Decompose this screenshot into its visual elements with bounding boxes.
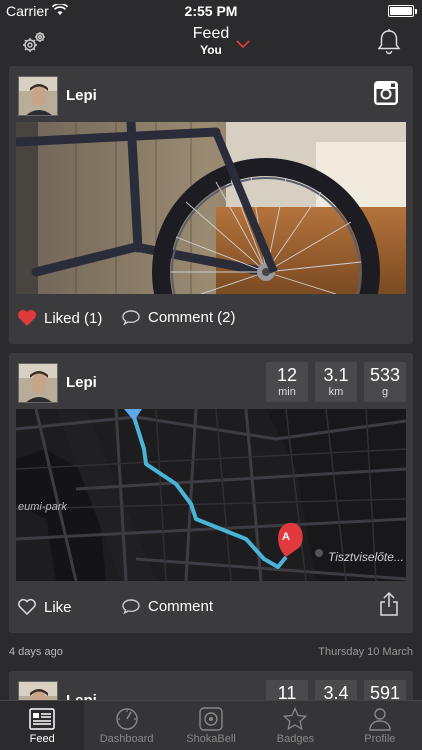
post-actions: Liked (1) Comment (2)	[9, 298, 413, 342]
tab-label: ShokaBell	[186, 733, 236, 745]
post-photo[interactable]	[16, 122, 406, 294]
weight-stat: 533 g	[364, 362, 406, 402]
tab-badges[interactable]: Badges	[253, 701, 337, 750]
tab-shokabell[interactable]: ShokaBell	[169, 701, 253, 750]
heart-filled-icon	[18, 310, 36, 326]
route-map[interactable]: A eumi-park Tisztviselőte...	[16, 409, 406, 581]
dashboard-icon	[115, 708, 138, 730]
comment-icon	[122, 310, 140, 326]
avatar[interactable]	[18, 76, 58, 116]
stat-unit: min	[278, 386, 296, 398]
ride-stats: 12 min 3.1 km 533 g	[266, 362, 406, 402]
tab-bar: Feed Dashboard ShokaBell Badges Profile	[0, 700, 422, 750]
star-icon	[283, 707, 308, 731]
comment-icon	[122, 599, 140, 615]
shokabell-icon	[199, 707, 223, 731]
tab-feed[interactable]: Feed	[0, 701, 85, 750]
like-button[interactable]: Like	[17, 598, 72, 616]
tab-label: Badges	[276, 733, 315, 745]
tab-label: Feed	[29, 733, 55, 745]
app-screen: Carrier 2:55 PM Feed You Lepi Liked (1) …	[0, 0, 422, 750]
username[interactable]: Lepi	[66, 87, 97, 104]
distance-stat: 3.1 km	[315, 362, 357, 402]
map-label: eumi-park	[18, 501, 67, 513]
heart-outline-icon	[18, 598, 36, 616]
stat-value: 12	[276, 365, 298, 385]
tab-profile[interactable]: Profile	[338, 701, 422, 750]
stat-unit: km	[328, 386, 344, 398]
feed-card: Lepi 12 min 3.1 km 533 g A eumi-park Tis…	[9, 353, 413, 633]
chevron-down-icon[interactable]	[236, 36, 250, 54]
feed-selector[interactable]: Feed You	[0, 25, 422, 57]
page-title: Feed	[192, 25, 230, 42]
navigation-bar: Feed You	[0, 22, 422, 64]
relative-date: 4 days ago	[9, 646, 63, 658]
stat-unit: g	[381, 386, 389, 398]
comment-label: Comment (2)	[148, 309, 236, 326]
username[interactable]: Lepi	[66, 374, 97, 391]
bell-icon[interactable]	[376, 28, 402, 61]
avatar[interactable]	[18, 363, 58, 403]
feed-icon	[29, 708, 55, 730]
full-date: Thursday 10 March	[318, 646, 413, 658]
map-marker-label: A	[282, 531, 290, 543]
share-icon[interactable]	[379, 591, 399, 621]
map-label: Tisztviselőte...	[328, 550, 404, 564]
feed-card: Lepi Liked (1) Comment (2)	[9, 66, 413, 344]
status-bar: Carrier 2:55 PM	[0, 0, 422, 22]
comment-button[interactable]: Comment (2)	[121, 309, 236, 326]
tab-dashboard[interactable]: Dashboard	[84, 701, 168, 750]
like-label: Like	[44, 598, 72, 616]
profile-icon	[369, 708, 391, 731]
stat-value: 3.1	[323, 365, 349, 385]
like-button[interactable]: Liked (1)	[17, 309, 102, 327]
post-actions: Like Comment	[9, 587, 413, 631]
card-header: Lepi	[9, 66, 413, 122]
tab-label: Profile	[364, 733, 396, 745]
page-subtitle: You	[200, 43, 222, 57]
stat-value: 533	[369, 365, 401, 385]
instagram-icon[interactable]	[373, 80, 399, 111]
tab-label: Dashboard	[99, 733, 154, 745]
clock: 2:55 PM	[184, 3, 238, 19]
day-separator: 4 days ago Thursday 10 March	[0, 640, 422, 664]
comment-button[interactable]: Comment	[121, 598, 213, 615]
comment-label: Comment	[148, 598, 214, 615]
card-header: Lepi 12 min 3.1 km 533 g	[9, 353, 413, 409]
like-label: Liked (1)	[44, 309, 103, 327]
duration-stat: 12 min	[266, 362, 308, 402]
battery-icon	[388, 5, 417, 17]
